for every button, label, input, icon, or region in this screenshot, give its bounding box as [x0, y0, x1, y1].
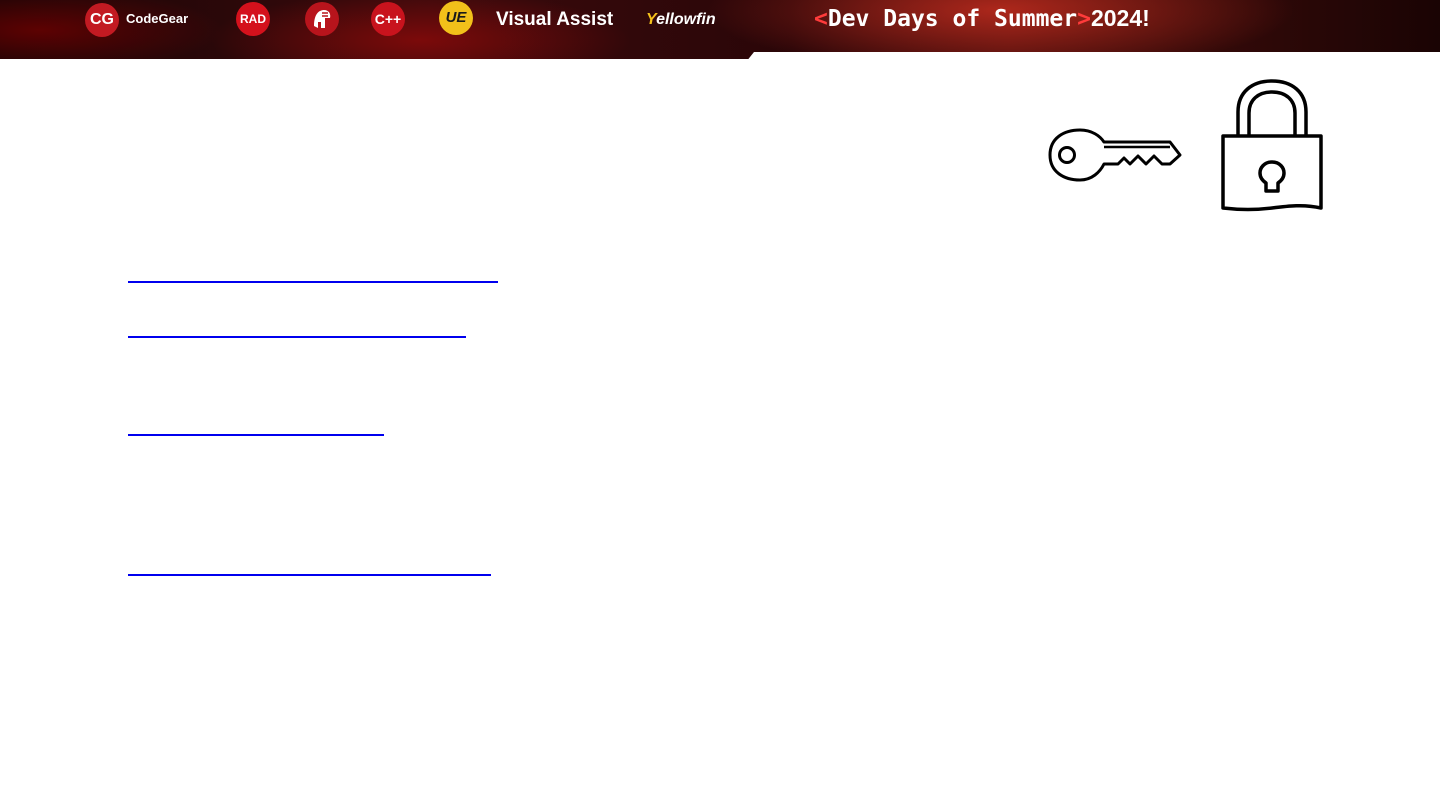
helmet-icon [314, 10, 331, 28]
event-close-bracket: > [1077, 6, 1091, 32]
delphi-helmet-logo [305, 2, 339, 36]
hyperlink-4[interactable] [128, 574, 491, 576]
yellowfin-mark: Y [646, 11, 657, 28]
codegear-label: CodeGear [126, 11, 189, 26]
rad-label: RAD [240, 12, 266, 26]
ultraedit-logo: UE [439, 1, 473, 35]
event-title: <Dev Days of Summer>2024! [814, 5, 1150, 32]
ue-label: UE [445, 9, 467, 26]
hyperlink-2[interactable] [128, 336, 466, 338]
header-banner: CG CodeGear RAD C++ UE Visual Assist Yel… [0, 0, 1440, 59]
codegear-logo: CG [85, 3, 119, 37]
padlock-icon [1221, 79, 1323, 212]
banner-notch [746, 52, 1440, 59]
rad-studio-logo: RAD [236, 2, 270, 36]
codegear-mark: CG [90, 11, 114, 28]
cpp-builder-logo: C++ [371, 2, 405, 36]
visual-assist-logo: Visual Assist [496, 9, 614, 30]
event-open-bracket: < [814, 6, 828, 32]
event-year: 2024! [1090, 5, 1150, 31]
yellowfin-logo: Yellowfin [646, 11, 716, 29]
hyperlink-1[interactable] [128, 281, 498, 283]
hyperlink-3[interactable] [128, 434, 384, 436]
cpp-label: C++ [374, 11, 402, 27]
yellowfin-label: ellowfin [656, 11, 716, 28]
key-icon [1048, 128, 1182, 182]
event-name: Dev Days of Summer [827, 6, 1078, 32]
